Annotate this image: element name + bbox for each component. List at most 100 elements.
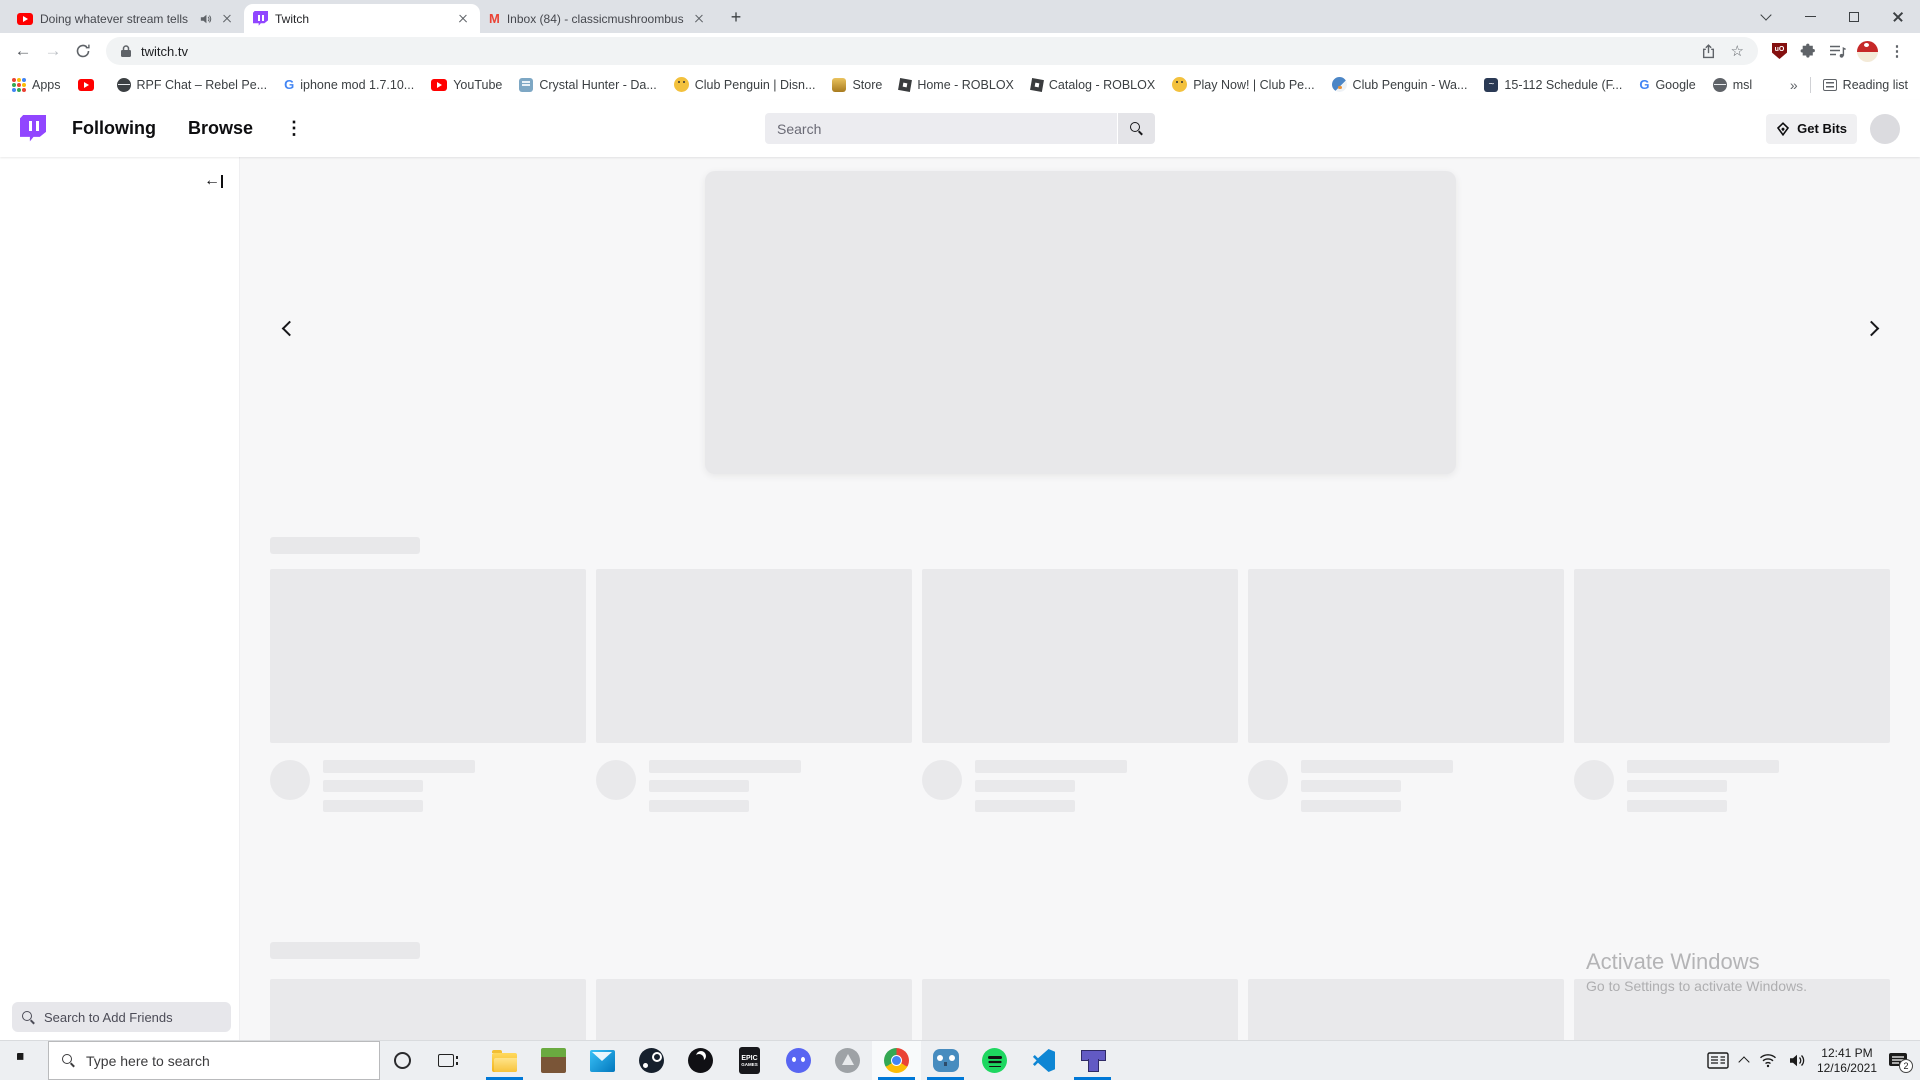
lock-icon[interactable] [120, 44, 132, 58]
tab-search-icon[interactable] [1744, 0, 1788, 33]
profile-avatar[interactable] [1852, 36, 1882, 66]
media-playlist-icon[interactable] [1829, 44, 1846, 59]
search-button[interactable] [1118, 113, 1155, 144]
tray-overflow-chevron-icon[interactable] [1738, 1056, 1750, 1068]
taskbar-discord[interactable] [774, 1041, 823, 1080]
window-controls [1744, 0, 1920, 33]
maximize-button[interactable] [1832, 0, 1876, 33]
chrome-menu-button[interactable] [1882, 36, 1912, 66]
stream-card-placeholder [1574, 569, 1890, 812]
search-icon [1130, 122, 1143, 135]
google-favicon: G [284, 77, 295, 92]
search-input[interactable] [765, 113, 1117, 144]
taskbar-tetris-app[interactable] [1068, 1041, 1117, 1080]
cortana-icon [393, 1052, 411, 1069]
gmail-favicon: M [489, 11, 500, 26]
bookmark-item[interactable]: 15-112 Schedule (F... [1484, 77, 1622, 92]
bookmark-item[interactable]: YouTube [431, 78, 502, 92]
tab-audio-icon[interactable] [200, 13, 212, 25]
wifi-icon[interactable] [1759, 1053, 1777, 1068]
youtube-favicon [431, 78, 448, 91]
more-menu-icon[interactable] [285, 118, 303, 139]
apps-grid-icon [12, 77, 26, 92]
file-explorer-icon [492, 1049, 517, 1072]
apps-shortcut[interactable]: Apps [12, 77, 61, 92]
forward-button[interactable] [38, 36, 68, 66]
bookmark-item[interactable]: Crystal Hunter - Da... [519, 77, 657, 92]
minimize-button[interactable] [1788, 0, 1832, 33]
reload-button[interactable] [68, 36, 98, 66]
task-view-button[interactable] [424, 1041, 468, 1080]
tetris-t-icon [1080, 1049, 1106, 1073]
app-blue-favicon [519, 77, 534, 92]
bookmark-item[interactable]: Club Penguin - Wa... [1331, 77, 1467, 92]
carousel-placeholder [704, 171, 1456, 474]
taskbar-unity[interactable] [823, 1041, 872, 1080]
address-bar[interactable]: twitch.tv [106, 37, 1758, 65]
tab-close-icon[interactable] [219, 11, 235, 27]
taskbar-steam[interactable] [627, 1041, 676, 1080]
collapse-sidebar-icon[interactable] [204, 172, 223, 190]
globe-dark-favicon [116, 77, 131, 92]
taskbar-vscode[interactable] [1019, 1041, 1068, 1080]
bookmark-item[interactable]: Store [832, 77, 882, 92]
watermark-subtitle: Go to Settings to activate Windows. [1586, 978, 1807, 994]
notes-dark-favicon [1484, 77, 1499, 92]
bookmark-item[interactable]: Catalog - ROBLOX [1029, 78, 1155, 92]
bookmark-item[interactable]: msl [1712, 77, 1752, 92]
back-button[interactable] [8, 36, 38, 66]
taskbar-chrome[interactable] [872, 1041, 921, 1080]
bookmark-item[interactable]: G Google [1639, 78, 1695, 92]
reading-list-button[interactable]: Reading list [1822, 78, 1908, 92]
bookmark-item[interactable]: RPF Chat – Rebel Pe... [116, 77, 267, 92]
get-bits-button[interactable]: Get Bits [1766, 113, 1857, 144]
news-widget-icon[interactable] [1707, 1052, 1729, 1069]
new-tab-button[interactable] [722, 3, 750, 31]
tab-youtube-stream[interactable]: Doing whatever stream tells [8, 4, 244, 33]
taskbar-mail[interactable] [578, 1041, 627, 1080]
skeleton-section [270, 537, 1890, 812]
bookmark-item[interactable] [77, 78, 100, 91]
nav-following[interactable]: Following [72, 118, 156, 139]
tab-close-icon[interactable] [691, 11, 707, 27]
bits-gem-icon [1777, 121, 1790, 136]
user-avatar[interactable] [1870, 113, 1900, 144]
carousel-prev-button[interactable] [276, 315, 302, 341]
bookmark-item[interactable]: Home - ROBLOX [898, 78, 1014, 92]
share-icon[interactable] [1701, 43, 1716, 59]
pinned-apps: EPIC GAMES [480, 1041, 1117, 1080]
extension-area: uO [1766, 43, 1852, 59]
stream-card-placeholder [922, 979, 1238, 1040]
date-text: 12/16/2021 [1816, 1060, 1877, 1075]
bookmark-item[interactable]: Giphone mod 1.7.10... [284, 78, 414, 92]
godot-icon [932, 1049, 959, 1072]
bookmark-item[interactable]: Club Penguin | Disn... [673, 77, 815, 92]
tab-close-icon[interactable] [455, 11, 471, 27]
friends-search-input[interactable]: Search to Add Friends [12, 1002, 231, 1032]
carousel-next-button[interactable] [1858, 315, 1884, 341]
tab-twitch[interactable]: Twitch [244, 4, 480, 33]
twitch-logo[interactable] [20, 114, 46, 142]
bookmark-star-icon[interactable] [1731, 44, 1744, 59]
bookmark-item[interactable]: Play Now! | Club Pe... [1172, 77, 1315, 92]
taskbar-clock[interactable]: 12:41 PM 12/16/2021 [1817, 1046, 1877, 1075]
taskbar-spotify[interactable] [970, 1041, 1019, 1080]
url-text: twitch.tv [141, 43, 188, 59]
tab-gmail-inbox[interactable]: M Inbox (84) - classicmushroombus [480, 4, 716, 33]
bookmarks-overflow-chevron[interactable]: » [1790, 77, 1798, 93]
taskbar-godot[interactable] [921, 1041, 970, 1080]
taskbar-search-box[interactable]: Type here to search [48, 1041, 380, 1080]
notification-center-button[interactable]: 2 [1888, 1052, 1913, 1073]
start-button[interactable] [0, 1041, 48, 1080]
volume-icon[interactable] [1788, 1053, 1806, 1068]
gold-store-favicon [832, 77, 847, 92]
taskbar-obs[interactable] [676, 1041, 725, 1080]
nav-browse[interactable]: Browse [188, 118, 253, 139]
close-button[interactable] [1876, 0, 1920, 33]
taskbar-epic-games[interactable]: EPIC GAMES [725, 1041, 774, 1080]
ublock-extension-icon[interactable]: uO [1772, 43, 1787, 59]
taskbar-file-explorer[interactable] [480, 1041, 529, 1080]
taskbar-minecraft[interactable] [529, 1041, 578, 1080]
cortana-button[interactable] [380, 1041, 424, 1080]
extensions-puzzle-icon[interactable] [1800, 43, 1816, 59]
